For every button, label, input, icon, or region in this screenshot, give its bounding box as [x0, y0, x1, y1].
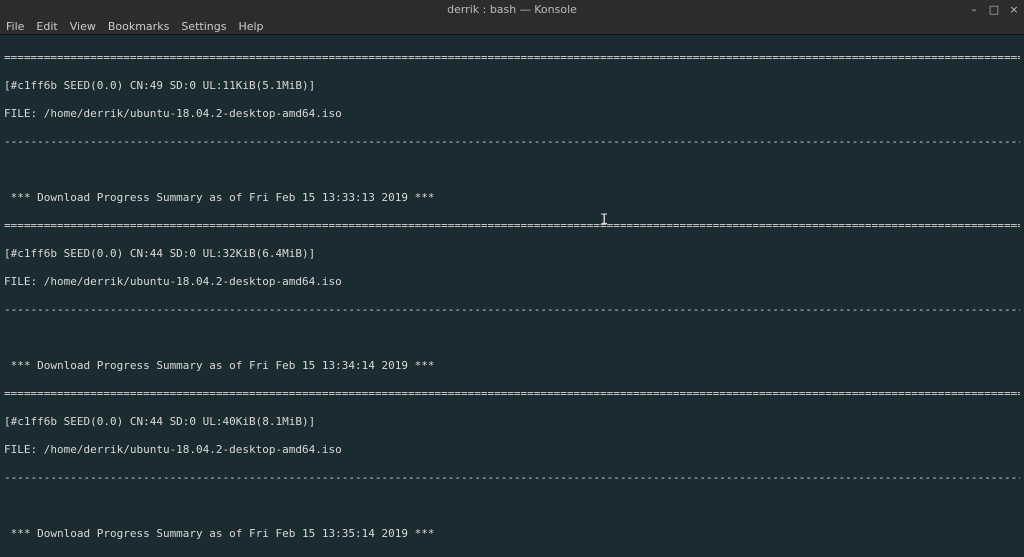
menu-file[interactable]: File — [6, 20, 24, 33]
menubar: File Edit View Bookmarks Settings Help — [0, 18, 1024, 35]
progress-summary: *** Download Progress Summary as of Fri … — [4, 191, 1020, 205]
menu-edit[interactable]: Edit — [36, 20, 57, 33]
progress-summary: *** Download Progress Summary as of Fri … — [4, 359, 1020, 373]
rule: ----------------------------------------… — [4, 303, 1020, 317]
rule: ========================================… — [4, 51, 1020, 65]
minimize-button[interactable]: – — [968, 3, 980, 16]
seed-stat: [#c1ff6b SEED(0.0) CN:49 SD:0 UL:11KiB(5… — [4, 79, 1020, 93]
blank — [4, 331, 1020, 345]
progress-summary: *** Download Progress Summary as of Fri … — [4, 527, 1020, 541]
maximize-button[interactable]: □ — [988, 3, 1000, 16]
close-button[interactable]: × — [1008, 3, 1020, 16]
rule: ----------------------------------------… — [4, 135, 1020, 149]
menu-bookmarks[interactable]: Bookmarks — [108, 20, 169, 33]
blank — [4, 499, 1020, 513]
rule: ========================================… — [4, 219, 1020, 233]
window-title: derrik : bash — Konsole — [447, 3, 577, 16]
file-path: FILE: /home/derrik/ubuntu-18.04.2-deskto… — [4, 107, 1020, 121]
seed-stat: [#c1ff6b SEED(0.0) CN:44 SD:0 UL:32KiB(6… — [4, 247, 1020, 261]
rule: ========================================… — [4, 387, 1020, 401]
window-titlebar: derrik : bash — Konsole – □ × — [0, 0, 1024, 18]
seed-stat: [#c1ff6b SEED(0.0) CN:44 SD:0 UL:40KiB(8… — [4, 415, 1020, 429]
window-controls: – □ × — [968, 0, 1020, 18]
menu-help[interactable]: Help — [238, 20, 263, 33]
file-path: FILE: /home/derrik/ubuntu-18.04.2-deskto… — [4, 443, 1020, 457]
menu-view[interactable]: View — [70, 20, 96, 33]
menu-settings[interactable]: Settings — [181, 20, 226, 33]
terminal-output[interactable]: ========================================… — [0, 35, 1024, 557]
file-path: FILE: /home/derrik/ubuntu-18.04.2-deskto… — [4, 275, 1020, 289]
blank — [4, 163, 1020, 177]
rule: ----------------------------------------… — [4, 471, 1020, 485]
